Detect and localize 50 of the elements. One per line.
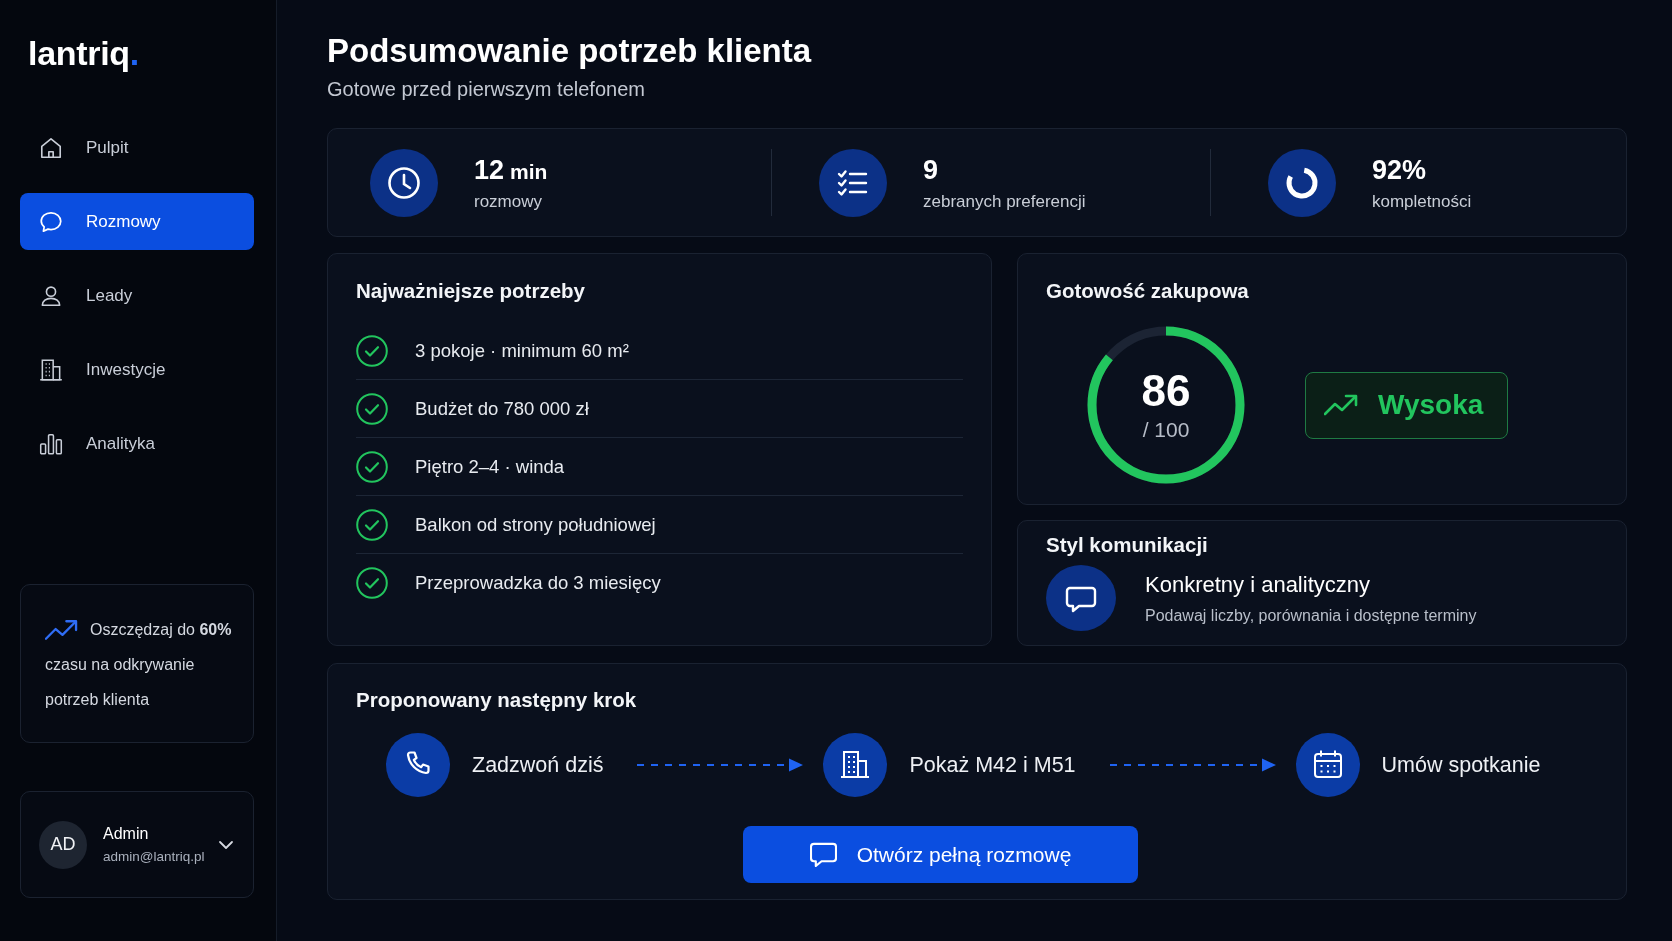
calendar-icon bbox=[1295, 733, 1360, 797]
step-label: Zadzwoń dziś bbox=[472, 752, 604, 778]
score-value: 86 bbox=[1141, 368, 1191, 414]
stat-value: 9 bbox=[923, 153, 939, 186]
readiness-label: Wysoka bbox=[1378, 389, 1484, 421]
logo: lantriq. bbox=[28, 33, 139, 73]
promo-headline: Oszczędzaj do 60% bbox=[90, 620, 232, 639]
trend-up-icon bbox=[45, 618, 78, 641]
checklist-icon bbox=[819, 148, 887, 217]
open-conversation-button[interactable]: Otwórz pełną rozmowę bbox=[743, 826, 1138, 883]
card-title: Najważniejsze potrzeby bbox=[356, 278, 585, 304]
need-text: Piętro 2–4 · winda bbox=[415, 455, 565, 478]
user-card[interactable]: AD Admin admin@lantriq.pl bbox=[20, 791, 254, 898]
nav-item[interactable]: Inwestycje bbox=[20, 341, 254, 398]
stat-value: 12 bbox=[474, 153, 505, 186]
style-hint: Podawaj liczby, porównania i dostępne terminy bbox=[1145, 606, 1477, 625]
avatar: AD bbox=[39, 820, 87, 869]
page-title: Podsumowanie potrzeb klienta bbox=[327, 31, 812, 71]
style-name: Konkretny i analityczny bbox=[1145, 571, 1370, 598]
stat-label: zebranych preferencji bbox=[923, 191, 1086, 212]
need-text: Przeprowadzka do 3 miesięcy bbox=[415, 571, 661, 594]
building-icon bbox=[823, 733, 888, 797]
chat-icon bbox=[1046, 565, 1116, 631]
building-icon bbox=[38, 356, 64, 383]
need-text: 3 pokoje · minimum 60 m² bbox=[415, 339, 629, 362]
ring-icon bbox=[1268, 148, 1336, 217]
promo-text: czasu na odkrywanie potrzeb klienta bbox=[45, 655, 196, 710]
step-label: Umów spotkanie bbox=[1381, 752, 1541, 778]
phone-icon bbox=[386, 733, 450, 797]
user-email: admin@lantriq.pl bbox=[103, 849, 205, 864]
card-title: Styl komunikacji bbox=[1046, 533, 1208, 557]
stat-label: rozmowy bbox=[474, 191, 543, 212]
step-label: Pokaż M42 i M51 bbox=[909, 752, 1076, 778]
nav-item[interactable]: Rozmowy bbox=[20, 193, 254, 250]
clock-icon bbox=[370, 148, 438, 217]
nav-item[interactable]: Analityka bbox=[20, 415, 254, 472]
trend-up-icon bbox=[1324, 394, 1358, 416]
card-title: Proponowany następny krok bbox=[356, 688, 637, 712]
page-subtitle: Gotowe przed pierwszym telefonem bbox=[327, 77, 645, 102]
nav-item[interactable]: Leady bbox=[20, 267, 254, 324]
stat-label: kompletności bbox=[1372, 191, 1472, 212]
need-text: Balkon od strony południowej bbox=[415, 513, 656, 536]
card-title: Gotowość zakupowa bbox=[1046, 278, 1249, 304]
nav-item[interactable]: Pulpit bbox=[20, 119, 254, 176]
stat-unit: min bbox=[510, 159, 548, 184]
need-text: Budżet do 780 000 zł bbox=[415, 397, 589, 420]
score-max: / 100 bbox=[1142, 418, 1190, 442]
stat-value: 92% bbox=[1372, 153, 1427, 186]
chat-icon bbox=[809, 842, 837, 867]
user-name: Admin bbox=[103, 825, 150, 843]
